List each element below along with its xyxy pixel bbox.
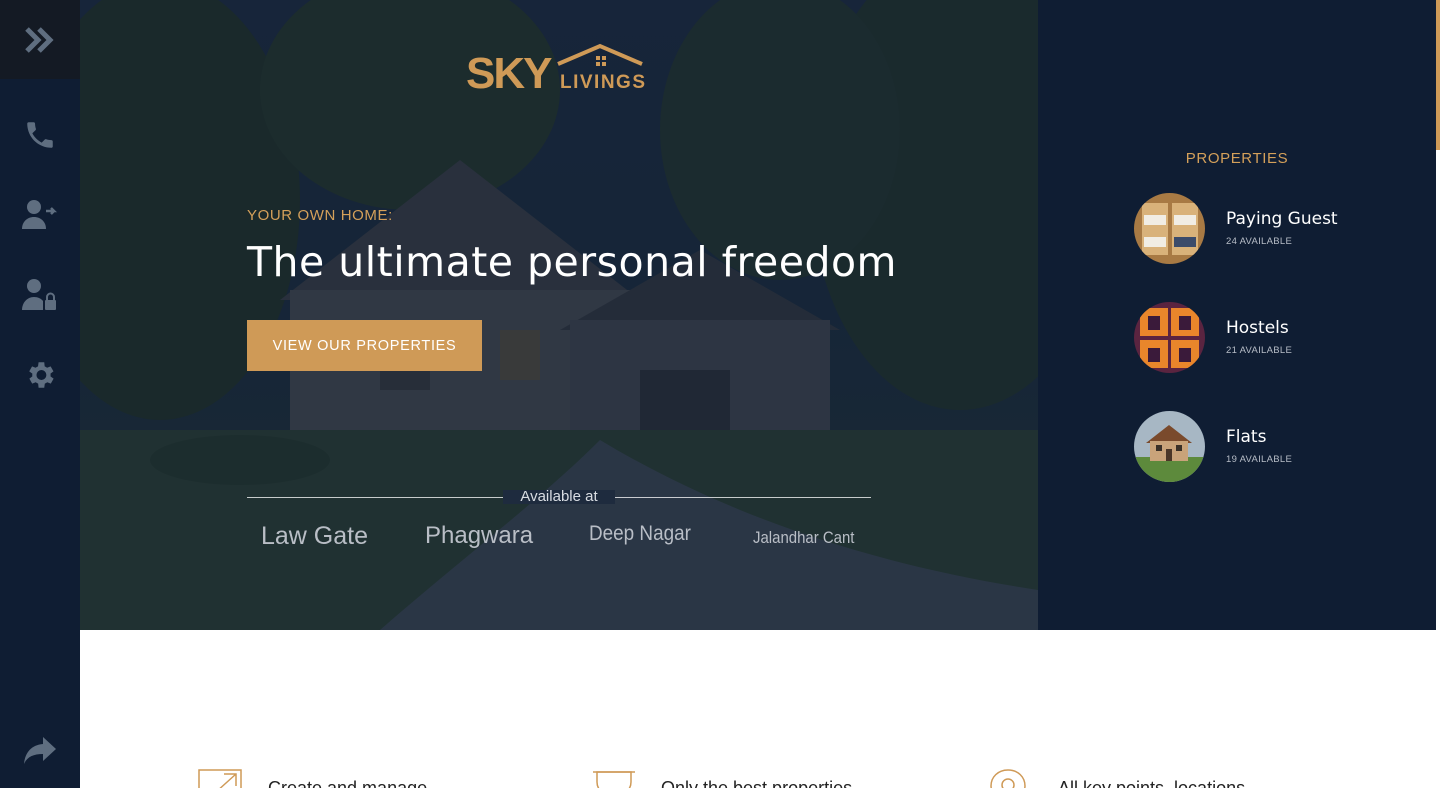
property-name: Paying Guest xyxy=(1226,209,1338,229)
external-link-icon xyxy=(198,769,242,788)
feature-label: Create and manage xyxy=(268,778,428,788)
property-hostels[interactable]: Hostels 21 AVAILABLE xyxy=(1134,302,1394,374)
share-button[interactable] xyxy=(20,730,60,770)
map-pin-icon xyxy=(990,769,1026,788)
hostels-thumbnail xyxy=(1134,302,1205,373)
properties-title: PROPERTIES xyxy=(1185,150,1289,167)
settings-button[interactable] xyxy=(20,355,60,395)
feature-create-manage: Create and manage xyxy=(198,768,427,788)
expand-chevrons-icon xyxy=(25,26,54,53)
features-section: Create and manage Only the best properti… xyxy=(80,630,1436,788)
location-phagwara[interactable]: Phagwara xyxy=(425,522,533,550)
location-law-gate[interactable]: Law Gate xyxy=(261,522,368,551)
gear-icon xyxy=(29,362,54,388)
property-paying-guest[interactable]: Paying Guest 24 AVAILABLE xyxy=(1134,193,1394,265)
property-count: 19 AVAILABLE xyxy=(1226,454,1293,465)
sky-livings-logo[interactable]: SKY LIVINGS xyxy=(466,42,656,98)
property-name: Hostels xyxy=(1226,318,1289,338)
share-icon xyxy=(24,737,56,764)
hero-headline: The ultimate personal freedom xyxy=(247,238,897,286)
feature-label: Only the best properties xyxy=(661,778,853,788)
feature-best-properties: Only the best properties xyxy=(591,768,852,788)
property-count: 21 AVAILABLE xyxy=(1226,345,1293,356)
register-button[interactable] xyxy=(20,275,60,315)
expand-menu-button[interactable] xyxy=(0,0,80,79)
hero-eyebrow: YOUR OWN HOME: xyxy=(247,207,393,224)
paying-guest-thumbnail xyxy=(1134,193,1205,264)
feature-key-locations: All key points, locations xyxy=(988,768,1245,788)
svg-text:SKY: SKY xyxy=(466,49,552,98)
property-name: Flats xyxy=(1226,427,1267,447)
user-login-icon xyxy=(22,200,58,229)
hero-section: SKY LIVINGS YOUR OWN HOME: The ultimate … xyxy=(80,0,1038,630)
properties-panel: PROPERTIES Paying Guest 24 AVAILABLE Hos… xyxy=(1038,0,1436,630)
login-button[interactable] xyxy=(20,195,60,235)
page-scrollbar-thumb[interactable] xyxy=(1436,0,1440,150)
trophy-icon xyxy=(593,771,635,788)
location-deep-nagar[interactable]: Deep Nagar xyxy=(589,522,691,546)
call-button[interactable] xyxy=(20,115,60,155)
user-lock-icon xyxy=(22,279,56,310)
phone-icon xyxy=(27,122,53,148)
side-nav-rail xyxy=(0,0,80,788)
location-jalandhar-cant[interactable]: Jalandhar Cant xyxy=(753,528,854,548)
flats-thumbnail xyxy=(1134,411,1205,482)
svg-text:LIVINGS: LIVINGS xyxy=(560,72,647,93)
property-flats[interactable]: Flats 19 AVAILABLE xyxy=(1134,411,1394,483)
available-at-label: Available at xyxy=(520,488,598,505)
property-count: 24 AVAILABLE xyxy=(1226,236,1293,247)
feature-label: All key points, locations xyxy=(1058,778,1246,788)
view-properties-button[interactable]: VIEW OUR PROPERTIES xyxy=(247,320,482,371)
